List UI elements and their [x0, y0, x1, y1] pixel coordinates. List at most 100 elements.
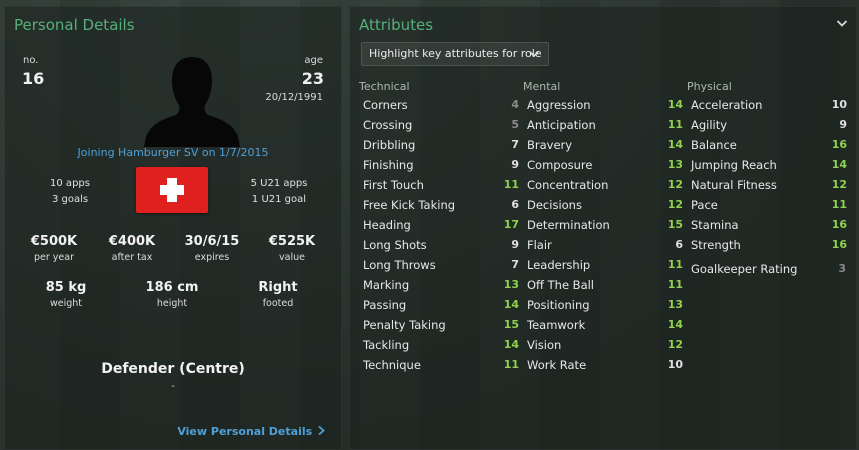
attribute-row: Teamwork 14 [527, 315, 683, 335]
attribute-row: Work Rate 10 [527, 355, 683, 375]
attribute-row: Corners 4 [363, 95, 519, 115]
height-value: 186 cm [145, 280, 199, 295]
date-of-birth: 20/12/1991 [265, 92, 323, 103]
attribute-name: Strength [691, 238, 741, 252]
attribute-value: 17 [503, 218, 519, 231]
attribute-value: 16 [831, 218, 847, 231]
attribute-row: Positioning 13 [527, 295, 683, 315]
attribute-name: Passing [363, 298, 407, 312]
attribute-name: Composure [527, 158, 593, 172]
view-personal-details-link[interactable]: View Personal Details [177, 425, 325, 438]
attribute-value: 13 [503, 278, 519, 291]
attribute-value: 6 [675, 238, 683, 251]
attributes-panel: Attributes Highlight key attributes for … [349, 6, 857, 450]
foot-value: Right [258, 280, 298, 295]
u21-goals-count: 1 U21 goal [251, 194, 307, 205]
attribute-value: 16 [831, 138, 847, 151]
attribute-name: Off The Ball [527, 278, 595, 292]
attribute-value: 4 [511, 98, 519, 111]
attribute-value: 7 [511, 258, 519, 271]
attribute-name: Teamwork [527, 318, 586, 332]
view-personal-details-label: View Personal Details [177, 425, 313, 438]
player-height: 186 cm height [132, 280, 212, 309]
attribute-value: 14 [831, 158, 847, 171]
attribute-row: Leadership 11 [527, 255, 683, 275]
attribute-name: Long Shots [363, 238, 427, 252]
goals-count: 3 goals [51, 194, 89, 205]
player-value: €525K value [252, 234, 332, 263]
attribute-row: Dribbling 7 [363, 135, 519, 155]
attribute-row: Long Throws 7 [363, 255, 519, 275]
apps-count: 10 apps [50, 178, 90, 189]
personal-details-panel: Personal Details no. 16 age 23 20/12/199… [4, 6, 342, 450]
attribute-row: Pace 11 [691, 195, 847, 215]
attribute-name: Determination [527, 218, 610, 232]
attribute-name: Aggression [527, 98, 591, 112]
attribute-name: Leadership [527, 258, 591, 272]
attribute-name: Penalty Taking [363, 318, 446, 332]
attribute-row: Finishing 9 [363, 155, 519, 175]
attribute-row: Stamina 16 [691, 215, 847, 235]
attribute-name: Marking [363, 278, 410, 292]
player-silhouette-icon [144, 57, 240, 147]
attribute-value: 14 [503, 298, 519, 311]
attribute-name: Dribbling [363, 138, 416, 152]
attribute-row: Long Shots 9 [363, 235, 519, 255]
after-tax-value: €400K [108, 234, 156, 249]
wage-per-year: €500K per year [14, 234, 94, 263]
attribute-name: Concentration [527, 178, 609, 192]
expires-caption: expires [194, 252, 230, 263]
contract-expires: 30/6/15 expires [172, 234, 252, 263]
chevron-down-icon[interactable] [834, 15, 850, 31]
attribute-row: Jumping Reach 14 [691, 155, 847, 175]
goalkeeper-rating-row: Goalkeeper Rating 3 [690, 259, 846, 279]
attribute-row: Composure 13 [527, 155, 683, 175]
attribute-name: Anticipation [527, 118, 596, 132]
attribute-row: Penalty Taking 15 [363, 315, 519, 335]
number-label: no. [23, 55, 39, 66]
attribute-value: 11 [503, 178, 519, 191]
attribute-name: Flair [527, 238, 552, 252]
attribute-value: 5 [511, 118, 519, 131]
attribute-name: Work Rate [527, 358, 587, 372]
attribute-value: 11 [667, 278, 683, 291]
attribute-row: Passing 14 [363, 295, 519, 315]
attribute-value: 10 [667, 358, 683, 371]
attribute-value: 9 [511, 158, 519, 171]
attribute-row: Tackling 14 [363, 335, 519, 355]
weight-caption: weight [49, 298, 83, 309]
height-caption: height [156, 298, 188, 309]
attribute-row: Decisions 12 [527, 195, 683, 215]
attribute-row: First Touch 11 [363, 175, 519, 195]
attribute-name: Technique [363, 358, 421, 372]
wage-caption: per year [34, 252, 74, 263]
attribute-name: Decisions [527, 198, 582, 212]
attribute-name: Natural Fitness [691, 178, 777, 192]
position-sub: - [171, 381, 175, 392]
age-label: age [304, 55, 323, 66]
attribute-value: 12 [667, 198, 683, 211]
attribute-value: 14 [667, 138, 683, 151]
attribute-row: Acceleration 10 [691, 95, 847, 115]
expires-value: 30/6/15 [184, 234, 240, 249]
goalkeeper-rating-label: Goalkeeper Rating [691, 262, 798, 276]
attribute-row: Free Kick Taking 6 [363, 195, 519, 215]
attribute-value: 12 [667, 178, 683, 191]
u21-apps-count: 5 U21 apps [250, 178, 308, 189]
attribute-name: Agility [691, 118, 728, 132]
attribute-value: 13 [667, 158, 683, 171]
wage-value: €500K [30, 234, 78, 249]
attribute-name: Stamina [691, 218, 739, 232]
attribute-name: Jumping Reach [691, 158, 777, 172]
player-weight: 85 kg weight [26, 280, 106, 309]
value-caption: value [279, 252, 305, 263]
attribute-value: 14 [667, 98, 683, 111]
attribute-name: Free Kick Taking [363, 198, 456, 212]
foot-caption: footed [262, 298, 294, 309]
attribute-value: 6 [511, 198, 519, 211]
attribute-value: 11 [503, 358, 519, 371]
attribute-name: Crossing [363, 118, 413, 132]
attribute-row: Balance 16 [691, 135, 847, 155]
attribute-row: Natural Fitness 12 [691, 175, 847, 195]
highlight-role-dropdown[interactable]: Highlight key attributes for role [361, 42, 549, 66]
